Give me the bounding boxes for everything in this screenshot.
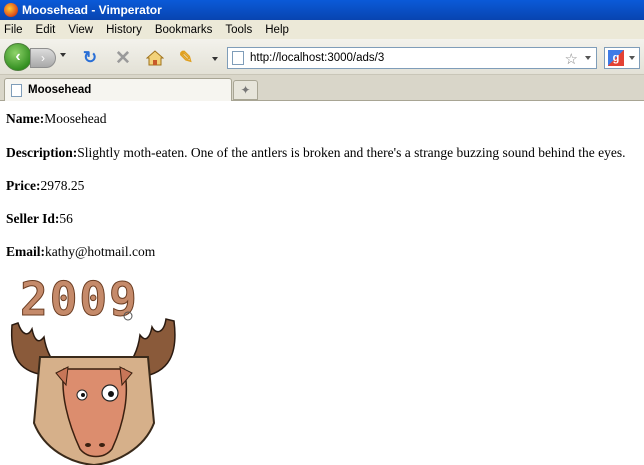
name-label: Name: — [6, 111, 45, 126]
price-value: 2978.25 — [40, 178, 85, 193]
page-icon — [11, 83, 22, 97]
pencil-dropdown-icon[interactable] — [212, 57, 218, 61]
new-tab-icon[interactable]: ✦ — [233, 80, 258, 100]
menu-help[interactable]: Help — [265, 24, 289, 36]
menu-view[interactable]: View — [68, 24, 93, 36]
search-dropdown-icon[interactable] — [629, 56, 635, 60]
menu-tools[interactable]: Tools — [225, 24, 252, 36]
email-value: kathy@hotmail.com — [45, 244, 156, 259]
tab-moosehead[interactable]: Moosehead — [4, 78, 232, 101]
bookmark-star-icon[interactable]: ☆ — [565, 50, 578, 68]
search-engine-button[interactable]: g — [604, 47, 640, 69]
email-label: Email: — [6, 244, 45, 259]
tab-strip: Moosehead ✦ — [0, 75, 644, 101]
history-dropdown-icon[interactable] — [60, 53, 66, 57]
pencil-icon[interactable]: ✎ — [176, 48, 196, 68]
url-input[interactable] — [250, 52, 550, 64]
page-icon — [232, 51, 244, 65]
seller-label: Seller Id: — [6, 211, 60, 226]
home-icon[interactable] — [145, 48, 165, 68]
menu-bookmarks[interactable]: Bookmarks — [155, 24, 213, 36]
stop-icon[interactable]: ✕ — [113, 48, 133, 69]
price-label: Price: — [6, 178, 41, 193]
forward-icon[interactable]: › — [30, 48, 56, 68]
url-bar[interactable]: ☆ — [227, 47, 597, 69]
menu-edit[interactable]: Edit — [36, 24, 56, 36]
year-text: 2009 — [20, 273, 139, 326]
ad-name-row: Name:Moosehead — [6, 111, 106, 127]
back-icon[interactable]: ‹ — [4, 43, 32, 71]
page-content: Name:Moosehead Description:Slightly moth… — [0, 101, 644, 465]
ad-price-row: Price:2978.25 — [6, 178, 84, 194]
navigation-toolbar: ‹ › ↻ ✕ ✎ ☆ g — [0, 39, 644, 75]
ad-description-row: Description:Slightly moth-eaten. One of … — [6, 145, 626, 161]
ad-email-row: Email:kathy@hotmail.com — [6, 244, 155, 260]
reload-icon[interactable]: ↻ — [80, 48, 100, 68]
menubar: File Edit View History Bookmarks Tools H… — [0, 20, 644, 39]
name-value: Moosehead — [44, 111, 107, 126]
window-titlebar: Moosehead - Vimperator — [0, 0, 644, 20]
description-label: Description: — [6, 145, 78, 160]
google-icon: g — [608, 50, 624, 66]
firefox-icon — [4, 3, 18, 17]
url-dropdown-icon[interactable] — [585, 56, 591, 60]
tab-label: Moosehead — [28, 84, 92, 96]
ad-seller-row: Seller Id:56 — [6, 211, 73, 227]
seller-value: 56 — [59, 211, 73, 226]
description-value: Slightly moth-eaten. One of the antlers … — [77, 145, 626, 160]
menu-history[interactable]: History — [106, 24, 142, 36]
window-title: Moosehead - Vimperator — [22, 3, 162, 17]
moosehead-image: 2009 — [10, 273, 176, 465]
menu-file[interactable]: File — [4, 24, 23, 36]
